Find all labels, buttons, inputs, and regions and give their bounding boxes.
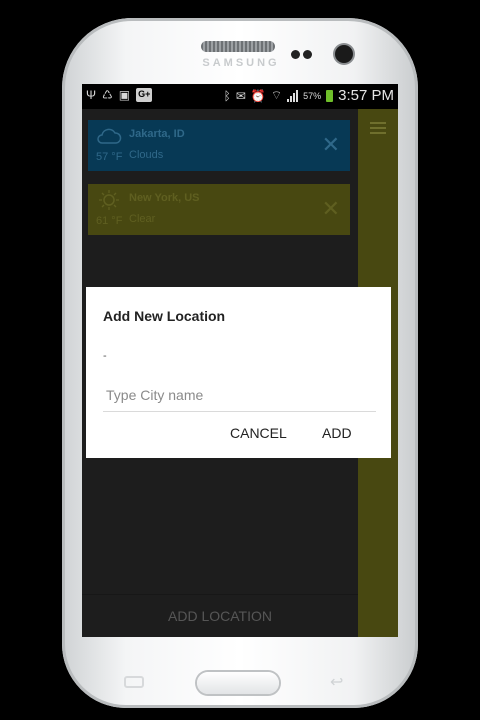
city-name-input[interactable] — [103, 378, 376, 412]
back-key-icon[interactable]: ↩ — [330, 672, 343, 692]
sensor-dot — [303, 50, 312, 59]
signal-icon — [287, 89, 299, 102]
wifi-icon: ⌔ — [270, 88, 283, 102]
device-screen: Ψ ♺ ▣ G+ ᛒ ✉ ⏰ ⌔ 57% 3:57 PM Jakarta, ID… — [82, 84, 398, 637]
cancel-button[interactable]: CANCEL — [230, 425, 287, 441]
hardware-menu-key[interactable] — [124, 676, 144, 688]
battery-percent: 57% — [303, 90, 322, 101]
add-location-dialog: Add New Location - CANCEL ADD — [86, 287, 391, 458]
gallery-icon: ▣ — [118, 88, 131, 102]
google-plus-icon: G+ — [136, 88, 153, 102]
bluetooth-icon: ᛒ — [223, 88, 231, 103]
alarm-icon: ⏰ — [250, 88, 266, 103]
sensor-dot — [291, 50, 300, 59]
add-button[interactable]: ADD — [322, 425, 352, 441]
usb-icon: Ψ — [86, 88, 97, 102]
clock: 3:57 PM — [338, 87, 394, 104]
front-camera — [335, 45, 353, 63]
earpiece-speaker — [201, 41, 275, 52]
dialog-separator-text: - — [103, 350, 107, 362]
battery-icon — [326, 89, 334, 102]
home-button[interactable] — [197, 672, 279, 694]
vibrate-icon: ✉ — [235, 88, 246, 103]
recycle-icon: ♺ — [102, 88, 113, 102]
status-bar: Ψ ♺ ▣ G+ ᛒ ✉ ⏰ ⌔ 57% 3:57 PM — [82, 84, 398, 109]
device-brand: SAMSUNG — [202, 57, 280, 69]
dialog-title: Add New Location — [103, 308, 226, 324]
